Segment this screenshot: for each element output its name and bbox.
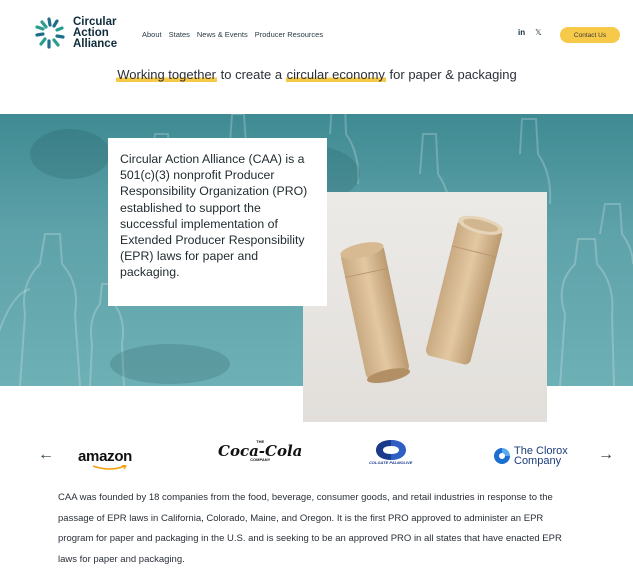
circular-swirl-logo-icon [35, 17, 65, 49]
tagline-highlight-1: Working together [116, 67, 218, 82]
arrow-right-icon[interactable]: → [598, 446, 614, 464]
tagline-highlight-2: circular economy [285, 67, 386, 82]
coca-cola-logo: THE Coca-Cola COMPANY [218, 440, 302, 462]
coke-script-text: Coca-Cola [218, 442, 303, 460]
amazon-logo: amazon [78, 448, 133, 470]
about-paragraph: CAA was founded by 18 companies from the… [58, 492, 562, 565]
product-tubes-image [303, 192, 547, 422]
linkedin-icon[interactable]: in [518, 28, 525, 37]
x-icon[interactable]: 𝕏 [535, 28, 541, 37]
nav-item-producer-resources[interactable]: Producer Resources [255, 30, 323, 39]
colgate-wordmark: COLGATE PALMOLIVE [369, 460, 413, 465]
social-links: in 𝕏 [518, 28, 542, 37]
tagline: Working together to create a circular ec… [0, 67, 633, 82]
clorox-wordmark: The Clorox Company [514, 446, 568, 467]
clorox-line-2: Company [514, 455, 562, 467]
site-header: Circular Action Alliance About States Ne… [0, 0, 633, 66]
main-nav: About States News & Events Producer Reso… [142, 30, 323, 39]
clorox-logo: The Clorox Company [493, 446, 568, 467]
amazon-wordmark: amazon [78, 448, 133, 465]
nav-item-news-events[interactable]: News & Events [197, 30, 248, 39]
hero-description-text: Circular Action Alliance (CAA) is a 501(… [120, 152, 308, 280]
colgate-emblem-icon [375, 440, 406, 460]
hero-description-card: Circular Action Alliance (CAA) is a 501(… [108, 138, 327, 306]
logo-line-3: Alliance [73, 37, 118, 50]
arrow-left-icon[interactable]: ← [38, 446, 54, 464]
clorox-emblem-icon [494, 448, 510, 464]
kraft-tubes-illustration [340, 215, 504, 384]
nav-item-states[interactable]: States [169, 30, 190, 39]
tagline-text-2: for paper & packaging [385, 67, 517, 82]
nav-item-about[interactable]: About [142, 30, 162, 39]
colgate-palmolive-logo: COLGATE PALMOLIVE [369, 439, 412, 465]
site-logo[interactable]: Circular Action Alliance [33, 16, 117, 50]
logo-wordmark: Circular Action Alliance [73, 15, 118, 50]
logo-line-1: Circular [73, 15, 117, 28]
coke-bottom-text: COMPANY [250, 457, 271, 462]
tagline-text-1: to create a [217, 67, 286, 82]
contact-us-button[interactable]: Contact Us [560, 27, 620, 43]
logo-line-2: Action [73, 26, 109, 39]
amazon-smile-icon [92, 465, 127, 470]
